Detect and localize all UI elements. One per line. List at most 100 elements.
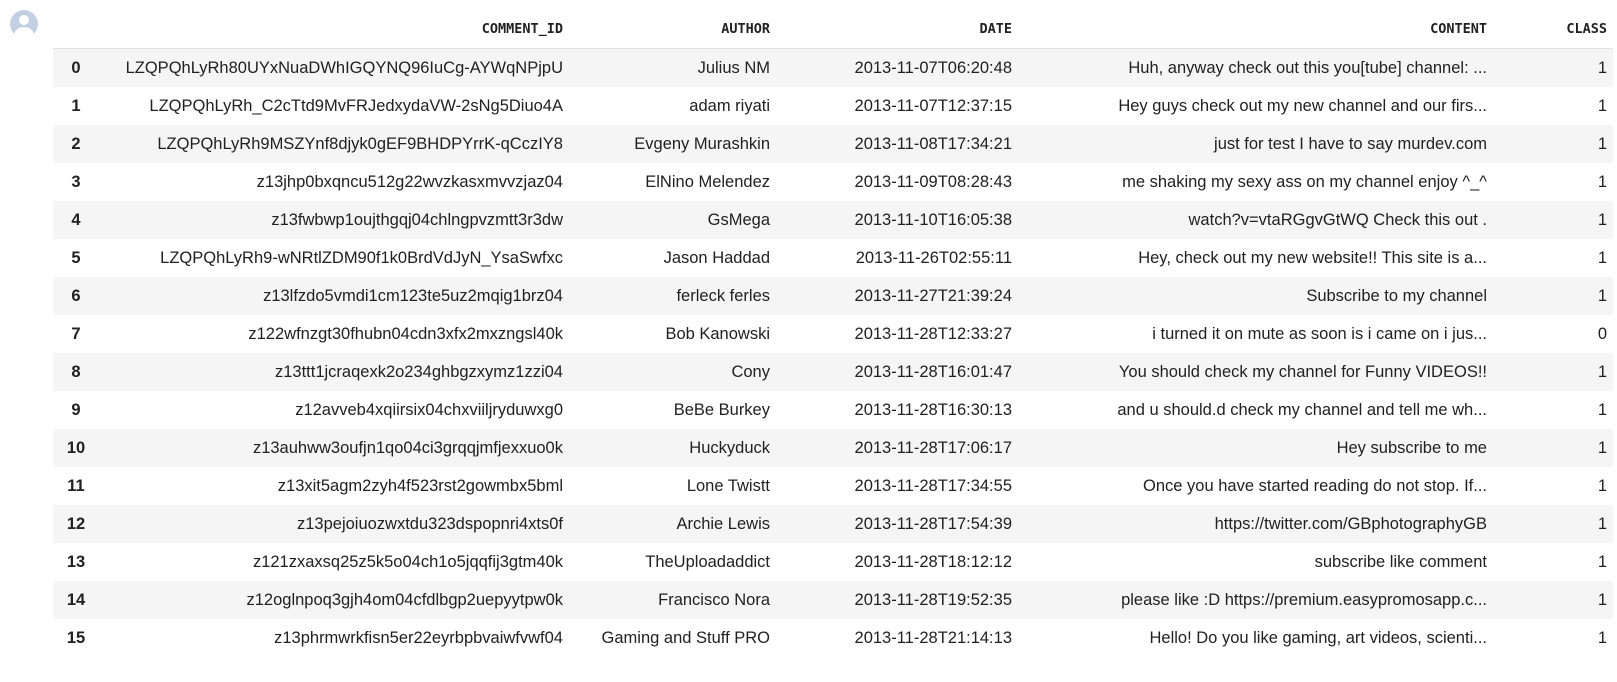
cell-comment-id: z12avveb4xqiirsix04chxviiljryduwxg0	[295, 400, 563, 419]
cell-comment-id: z13jhp0bxqncu512g22wvzkasxmvvzjaz04	[256, 172, 563, 191]
cell-date: 2013-11-27T21:39:24	[776, 277, 1018, 315]
cell-comment-id: z13ttt1jcraqexk2o234ghbgzxymz1zzi04	[99, 353, 569, 391]
cell-comment-id: LZQPQhLyRh9-wNRtlZDM90f1k0BrdVdJyN_YsaSw…	[160, 248, 563, 267]
row-index: 3	[71, 172, 81, 191]
cell-comment-id: LZQPQhLyRh9MSZYnf8djyk0gEF9BHDPYrrK-qCcz…	[99, 125, 569, 163]
user-avatar-icon[interactable]	[10, 10, 38, 38]
cell-content: Subscribe to my channel	[1018, 277, 1493, 315]
column-header-class: CLASS	[1493, 10, 1613, 49]
cell-class: 1	[1493, 201, 1613, 239]
cell-comment-id: z13auhww3oufjn1qo04ci3grqqjmfjexxuo0k	[99, 429, 569, 467]
cell-comment-id: z13fwbwp1oujthgqj04chlngpvzmtt3r3dw	[99, 201, 569, 239]
row-index: 12	[53, 505, 99, 543]
cell-comment-id: z13pejoiuozwxtdu323dspopnri4xts0f	[99, 505, 569, 543]
cell-date: 2013-11-08T17:34:21	[776, 125, 1018, 163]
row-index: 7	[71, 324, 81, 343]
cell-date: 2013-11-07T06:20:48	[776, 48, 1018, 87]
cell-class: 1	[1493, 353, 1613, 391]
cell-author: GsMega	[569, 201, 776, 239]
column-header-comment-id: COMMENT_ID	[99, 10, 569, 49]
table-row: 6 z13lfzdo5vmdi1cm123te5uz2mqig1brz04 ferl…	[53, 277, 1613, 315]
row-index: 14	[53, 581, 99, 619]
cell-comment-id: z13lfzdo5vmdi1cm123te5uz2mqig1brz04	[99, 277, 569, 315]
row-index: 15	[66, 628, 86, 647]
cell-author: adam riyati	[689, 96, 770, 115]
cell-comment-id: z121zxaxsq25z5k5o04ch1o5jqqfij3gtm40k	[252, 552, 563, 571]
cell-content: Hey subscribe to me	[1018, 429, 1493, 467]
cell-date: 2013-11-28T16:01:47	[776, 353, 1018, 391]
cell-class: 1	[1493, 277, 1613, 315]
cell-class: 1	[1597, 628, 1607, 647]
cell-author: Bob Kanowski	[665, 324, 770, 343]
cell-content: https://twitter.com/GBphotographyGB	[1018, 505, 1493, 543]
table-row: 11 z13xit5agm2zyh4f523rst2gowmbx5bml Lone …	[53, 467, 1613, 505]
cell-content: please like :D https://premium.easypromo…	[1018, 581, 1493, 619]
cell-author: Francisco Nora	[569, 581, 776, 619]
cell-content: subscribe like comment	[1314, 552, 1487, 571]
table-row: 0 LZQPQhLyRh80UYxNuaDWhIGQYNQ96IuCg-AYWqN…	[53, 48, 1613, 87]
row-index: 4	[53, 201, 99, 239]
avatar-head	[19, 15, 29, 25]
cell-comment-id: z12oglnpoq3gjh4om04cfdlbgp2uepyytpw0k	[99, 581, 569, 619]
cell-class: 1	[1493, 125, 1613, 163]
cell-author: Cony	[569, 353, 776, 391]
cell-content: Hello! Do you like gaming, art videos, s…	[1149, 628, 1488, 647]
cell-content: Hey guys check out my new channel and ou…	[1118, 96, 1487, 115]
table-row: 12 z13pejoiuozwxtdu323dspopnri4xts0f Archi…	[53, 505, 1613, 543]
cell-date: 2013-11-09T08:28:43	[854, 172, 1012, 191]
table-row: 3 z13jhp0bxqncu512g22wvzkasxmvvzjaz04 ElNi…	[53, 163, 1613, 201]
table-row: 7 z122wfnzgt30fhubn04cdn3xfx2mxzngsl40k Bo…	[53, 315, 1613, 353]
cell-comment-id: LZQPQhLyRh_C2cTtd9MvFRJedxydaVW-2sNg5Diu…	[149, 96, 563, 115]
cell-content: watch?v=vtaRGgvGtWQ Check this out .	[1018, 201, 1493, 239]
cell-date: 2013-11-07T12:37:15	[854, 96, 1012, 115]
table-row: 4 z13fwbwp1oujthgqj04chlngpvzmtt3r3dw GsMe…	[53, 201, 1613, 239]
cell-date: 2013-11-28T19:52:35	[776, 581, 1018, 619]
cell-date: 2013-11-28T17:54:39	[776, 505, 1018, 543]
cell-content: me shaking my sexy ass on my channel enj…	[1122, 172, 1487, 191]
cell-comment-id: LZQPQhLyRh80UYxNuaDWhIGQYNQ96IuCg-AYWqNP…	[99, 48, 569, 87]
row-index: 13	[66, 552, 86, 571]
cell-author: Julius NM	[569, 48, 776, 87]
cell-class: 1	[1493, 48, 1613, 87]
column-header-date: DATE	[776, 10, 1018, 49]
cell-date: 2013-11-28T17:34:55	[854, 476, 1012, 495]
cell-content: Hey, check out my new website!! This sit…	[1138, 248, 1487, 267]
cell-date: 2013-11-28T12:33:27	[854, 324, 1012, 343]
cell-class: 1	[1597, 172, 1607, 191]
cell-date: 2013-11-26T02:55:11	[855, 248, 1012, 267]
cell-class: 1	[1493, 429, 1613, 467]
table-row: 13 z121zxaxsq25z5k5o04ch1o5jqqfij3gtm40k T…	[53, 543, 1613, 581]
row-index: 10	[53, 429, 99, 467]
table-row: 10 z13auhww3oufjn1qo04ci3grqqjmfjexxuo0k H…	[53, 429, 1613, 467]
cell-content: You should check my channel for Funny VI…	[1018, 353, 1493, 391]
table-header-row: COMMENT_ID AUTHOR DATE CONTENT CLASS	[53, 10, 1613, 49]
cell-class: 1	[1597, 476, 1607, 495]
cell-class: 1	[1597, 96, 1607, 115]
index-header	[53, 10, 99, 49]
cell-author: ElNino Melendez	[645, 172, 770, 191]
row-index: 8	[53, 353, 99, 391]
cell-comment-id: z122wfnzgt30fhubn04cdn3xfx2mxzngsl40k	[248, 324, 563, 343]
cell-author: Archie Lewis	[569, 505, 776, 543]
table-row: 2 LZQPQhLyRh9MSZYnf8djyk0gEF9BHDPYrrK-qCc…	[53, 125, 1613, 163]
cell-content: Once you have started reading do not sto…	[1143, 476, 1487, 495]
avatar-body	[14, 27, 34, 38]
cell-author: Lone Twistt	[686, 476, 770, 495]
cell-content: just for test I have to say murdev.com	[1018, 125, 1493, 163]
cell-author: TheUploadaddict	[645, 552, 770, 571]
cell-content: Huh, anyway check out this you[tube] cha…	[1018, 48, 1493, 87]
row-index: 9	[71, 400, 81, 419]
cell-author: Huckyduck	[569, 429, 776, 467]
table-row: 14 z12oglnpoq3gjh4om04cfdlbgp2uepyytpw0k F…	[53, 581, 1613, 619]
cell-date: 2013-11-28T17:06:17	[776, 429, 1018, 467]
dataframe-table: COMMENT_ID AUTHOR DATE CONTENT CLASS 0 LZ…	[53, 10, 1613, 657]
row-index: 5	[71, 248, 81, 267]
cell-class: 1	[1597, 552, 1607, 571]
table-body: 0 LZQPQhLyRh80UYxNuaDWhIGQYNQ96IuCg-AYWqN…	[53, 48, 1613, 658]
cell-comment-id: z13phrmwrkfisn5er22eyrbpbvaiwfvwf04	[274, 628, 563, 647]
row-index: 2	[53, 125, 99, 163]
table-row: 1 LZQPQhLyRh_C2cTtd9MvFRJedxydaVW-2sNg5Di…	[53, 87, 1613, 125]
cell-class: 1	[1597, 400, 1607, 419]
row-index: 11	[67, 476, 85, 495]
table-row: 15 z13phrmwrkfisn5er22eyrbpbvaiwfvwf04 Gam…	[53, 619, 1613, 657]
